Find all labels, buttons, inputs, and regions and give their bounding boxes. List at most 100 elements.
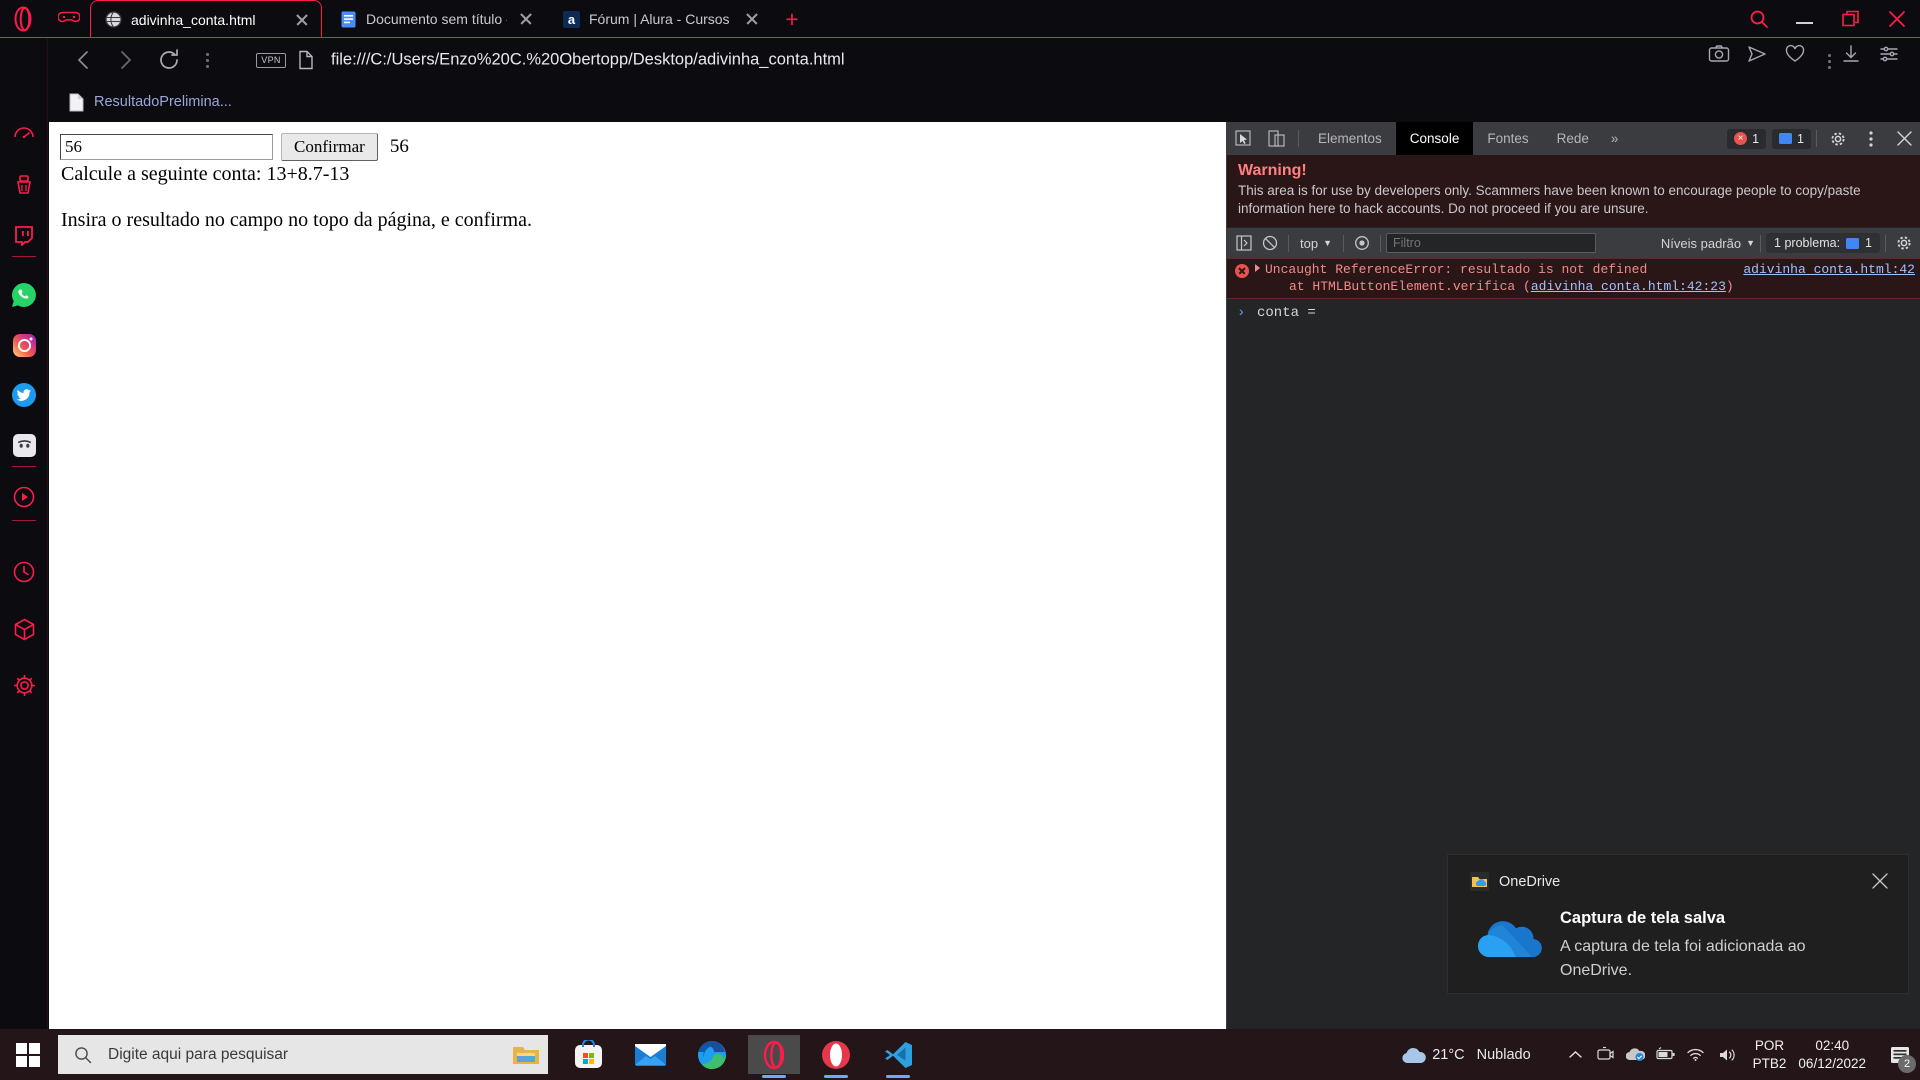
onedrive-tray-icon[interactable] — [1621, 1029, 1651, 1080]
more-vertical-icon[interactable] — [1822, 43, 1836, 77]
file-document-icon — [69, 93, 84, 111]
weather-temperature[interactable]: 21°C — [1432, 1047, 1464, 1063]
heart-icon[interactable] — [1784, 43, 1818, 77]
message-count-badge[interactable]: 1 — [1772, 128, 1811, 149]
gx-gamepad-icon[interactable] — [57, 9, 81, 29]
weather-description[interactable]: Nublado — [1477, 1047, 1531, 1063]
more-tabs-icon[interactable]: » — [1603, 122, 1627, 155]
devtools-settings-gear-icon[interactable] — [1822, 122, 1855, 155]
sidebar-item-extensions[interactable] — [5, 610, 43, 648]
onedrive-cloud-icon — [1477, 921, 1542, 958]
console-prompt-input[interactable]: conta = — [1257, 305, 1316, 321]
tab-title: Documento sem título - Do — [366, 11, 507, 27]
taskbar-app-opera-gx[interactable] — [748, 1035, 800, 1078]
confirm-button[interactable]: Confirmar — [281, 133, 378, 161]
easy-setup-icon[interactable] — [1878, 43, 1912, 77]
sidebar-item-instagram[interactable] — [5, 326, 43, 364]
live-expression-eye-icon[interactable] — [1349, 230, 1375, 256]
sidebar-item-gx-control[interactable] — [5, 116, 43, 154]
error-count-badge[interactable]: × 1 — [1727, 128, 1767, 149]
onedrive-notification-toast[interactable]: OneDrive Captura de tela salva A captura… — [1448, 855, 1908, 993]
action-center-button[interactable]: 2 — [1880, 1029, 1920, 1080]
maximize-icon[interactable] — [1828, 0, 1874, 38]
sidebar-item-twitter[interactable] — [5, 376, 43, 414]
tab-close-icon[interactable] — [513, 6, 539, 32]
weather-cloud-icon[interactable] — [1396, 1029, 1432, 1080]
sidebar-divider-1 — [12, 256, 36, 257]
sidebar-item-player[interactable] — [5, 478, 43, 516]
inspect-element-icon[interactable] — [1227, 122, 1260, 155]
clock[interactable]: 02:40 06/12/2022 — [1798, 1037, 1866, 1073]
tab-fontes[interactable]: Fontes — [1473, 122, 1542, 155]
search-icon[interactable] — [1736, 0, 1782, 38]
opera-gx-icon — [763, 1040, 785, 1069]
downloads-icon[interactable] — [1840, 43, 1874, 77]
language-indicator[interactable]: POR PTB2 — [1753, 1037, 1787, 1073]
sidebar-item-whatsapp[interactable] — [5, 276, 43, 314]
toast-app-name: OneDrive — [1499, 873, 1561, 890]
error-icon — [1235, 264, 1249, 278]
taskbar-app-microsoft-store[interactable] — [562, 1035, 614, 1074]
taskbar-app-microsoft-edge[interactable] — [686, 1035, 738, 1074]
tab-elementos[interactable]: Elementos — [1304, 122, 1396, 155]
vscode-icon — [884, 1042, 912, 1068]
search-placeholder: Digite aqui para pesquisar — [108, 1045, 289, 1063]
console-sidebar-toggle-icon[interactable] — [1231, 230, 1257, 256]
tab-close-icon[interactable] — [739, 6, 765, 32]
browser-tab-3[interactable]: a Fórum | Alura - Cursos onli — [549, 0, 771, 38]
taskbar-search-box[interactable]: Digite aqui para pesquisar — [58, 1035, 548, 1074]
taskbar-app-file-explorer[interactable] — [500, 1035, 552, 1074]
snapshot-camera-icon[interactable] — [1708, 43, 1742, 77]
log-levels-selector[interactable]: Níveis padrão ▼ — [1661, 236, 1755, 251]
address-bar-url[interactable]: file:///C:/Users/Enzo%20C.%20Obertopp/De… — [331, 51, 845, 70]
device-toolbar-icon[interactable] — [1260, 122, 1293, 155]
expand-arrow-icon[interactable] — [1255, 264, 1260, 272]
volume-icon[interactable] — [1711, 1029, 1745, 1080]
toast-title: Captura de tela salva — [1560, 909, 1726, 927]
taskbar-app-visual-studio-code[interactable] — [872, 1035, 924, 1078]
sidebar-item-gx-cleaner[interactable] — [5, 166, 43, 204]
problems-badge[interactable]: 1 problema: 1 — [1766, 233, 1880, 253]
toolbar-more-icon[interactable] — [200, 43, 214, 77]
close-icon[interactable] — [1874, 0, 1920, 38]
vpn-badge[interactable]: VPN — [256, 53, 286, 68]
browser-tab-1[interactable]: adivinha_conta.html — [90, 0, 322, 38]
toast-close-icon[interactable] — [1866, 867, 1894, 895]
sidebar-item-history[interactable] — [5, 553, 43, 591]
prompt-caret-icon: › — [1237, 305, 1246, 321]
taskbar-app-opera[interactable] — [810, 1035, 862, 1078]
chevron-up-icon[interactable] — [1561, 1029, 1591, 1080]
bookmark-item-resultado-preliminar[interactable]: ResultadoPrelimina... — [68, 90, 232, 114]
minimize-icon[interactable] — [1782, 0, 1828, 38]
console-error-row[interactable]: adivinha_conta.html:42 Uncaught Referenc… — [1227, 258, 1920, 299]
browser-tab-2[interactable]: Documento sem título - Do — [326, 0, 545, 38]
devtools-close-icon[interactable] — [1888, 122, 1920, 155]
flow-send-icon[interactable] — [1746, 43, 1780, 77]
console-filter-input[interactable] — [1386, 233, 1596, 253]
camera-icon[interactable] — [1591, 1029, 1621, 1080]
windows-start-icon[interactable] — [0, 1029, 56, 1080]
stack-source-link[interactable]: adivinha_conta.html:42:23 — [1531, 279, 1726, 294]
opera-icon — [822, 1040, 850, 1069]
message-icon — [1846, 237, 1860, 249]
taskbar-app-mail[interactable] — [624, 1035, 676, 1074]
sidebar-item-settings[interactable] — [5, 666, 43, 704]
console-settings-gear-icon[interactable] — [1891, 230, 1917, 256]
guess-input[interactable] — [60, 134, 273, 160]
forward-button[interactable] — [112, 47, 138, 73]
new-tab-button[interactable]: + — [780, 8, 804, 32]
console-prompt-row[interactable]: › conta = — [1227, 299, 1920, 321]
error-source-link[interactable]: adivinha_conta.html:42 — [1743, 262, 1915, 277]
reload-button[interactable] — [156, 47, 182, 73]
sidebar-item-discord[interactable] — [5, 426, 43, 464]
execution-context-selector[interactable]: top ▼ — [1294, 236, 1338, 251]
battery-icon[interactable] — [1651, 1029, 1681, 1080]
wifi-icon[interactable] — [1681, 1029, 1711, 1080]
back-button[interactable] — [71, 47, 97, 73]
tab-console[interactable]: Console — [1395, 122, 1474, 155]
tab-rede[interactable]: Rede — [1543, 122, 1603, 155]
devtools-more-icon[interactable] — [1855, 122, 1888, 155]
tab-close-icon[interactable] — [289, 7, 315, 33]
sidebar-item-twitch[interactable] — [5, 216, 43, 254]
clear-console-icon[interactable] — [1257, 230, 1283, 256]
